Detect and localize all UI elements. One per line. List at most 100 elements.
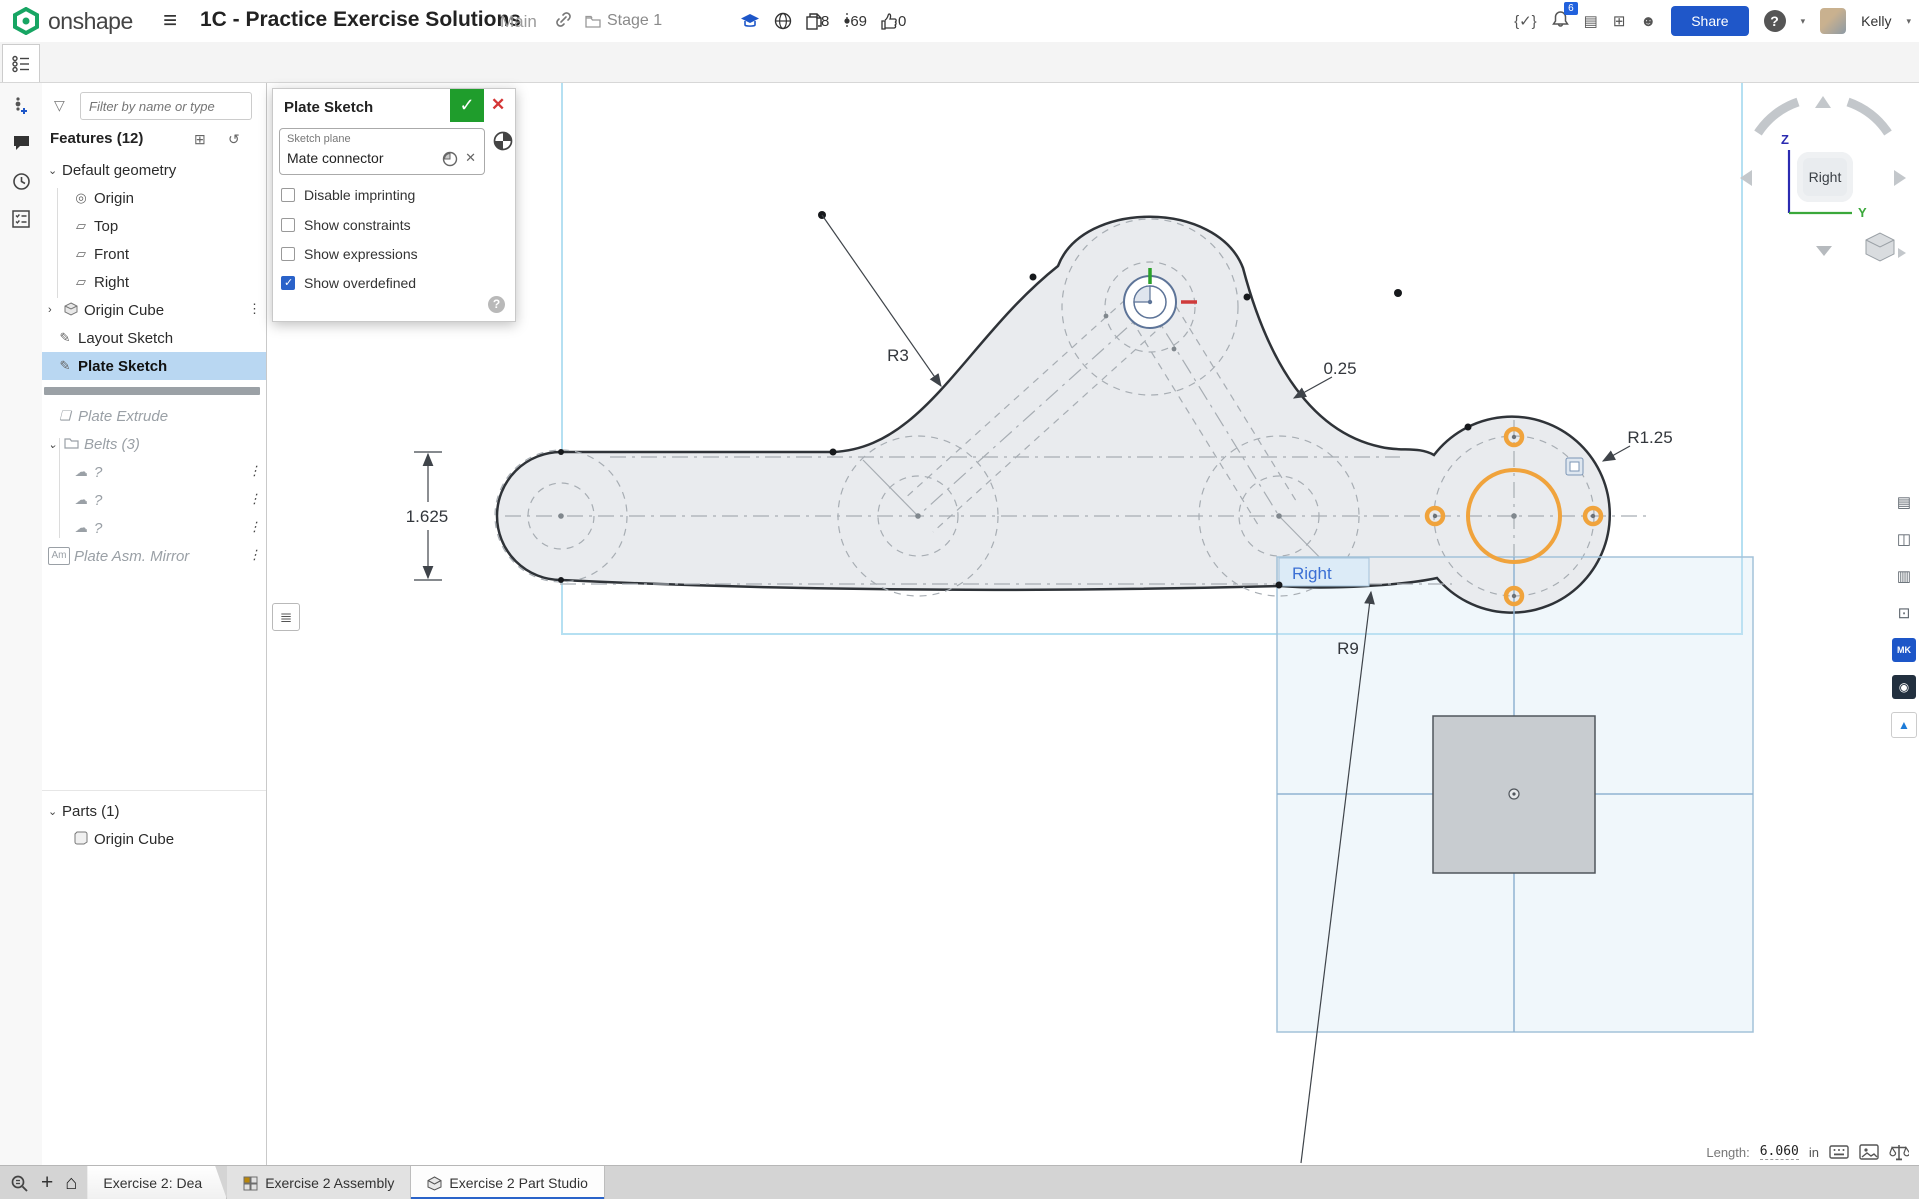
right-plane-label[interactable]: Right xyxy=(1292,564,1332,583)
feature-right-plane[interactable]: ▱Right xyxy=(42,268,266,296)
chevron-down-icon[interactable]: ⌄ xyxy=(48,805,62,818)
frame-icon[interactable]: ◫ xyxy=(1892,527,1916,551)
checkbox-box[interactable] xyxy=(281,188,295,202)
section-view-icon[interactable]: ⊡ xyxy=(1892,601,1916,625)
accept-button[interactable]: ✓ xyxy=(450,89,484,122)
apps-icon[interactable]: ⊞ xyxy=(1613,12,1626,30)
context-menu-icon[interactable]: ⋮ xyxy=(248,463,260,479)
mkcad-app-icon[interactable]: MK xyxy=(1892,638,1916,662)
feature-plate-sketch[interactable]: ✎Plate Sketch xyxy=(42,352,266,380)
snapshot-app-icon[interactable]: ◉ xyxy=(1892,675,1916,699)
feature-list-toggle[interactable] xyxy=(2,44,40,82)
mate-connector-toggle[interactable] xyxy=(493,131,513,156)
checkbox-show-overdefined[interactable]: Show overdefined xyxy=(281,275,416,291)
named-views-icon[interactable]: ▥ xyxy=(1892,564,1916,588)
sheet-metal-icon[interactable]: ▤ xyxy=(1892,490,1916,514)
help-button[interactable]: ? xyxy=(1764,10,1786,32)
tab-exercise-2-assembly[interactable]: Exercise 2 Assembly xyxy=(227,1166,411,1199)
feature-belt-1[interactable]: ☁?⋮ xyxy=(42,458,266,486)
comments-icon[interactable] xyxy=(0,134,42,156)
tab-search-icon[interactable] xyxy=(10,1174,29,1193)
link-icon[interactable] xyxy=(555,11,572,33)
menu-icon[interactable]: ≡ xyxy=(163,4,177,38)
feature-front-plane[interactable]: ▱Front xyxy=(42,240,266,268)
rotate-left-arrow[interactable] xyxy=(1740,170,1752,186)
feature-plate-asm-mirror[interactable]: AmPlate Asm. Mirror⋮ xyxy=(42,542,266,570)
feature-layout-sketch[interactable]: ✎Layout Sketch xyxy=(42,324,266,352)
context-menu-icon[interactable]: ⋮ xyxy=(248,519,260,535)
view-caret-icon[interactable] xyxy=(1816,246,1832,256)
feature-belts-folder[interactable]: ⌄Belts (3) xyxy=(42,430,266,458)
length-value[interactable]: 6.060 xyxy=(1760,1144,1799,1160)
filter-input[interactable] xyxy=(80,92,252,120)
tab-exercise-2-dea[interactable]: Exercise 2: Dea xyxy=(87,1166,227,1199)
view-cube-face[interactable]: Right xyxy=(1797,152,1853,202)
new-folder-icon[interactable]: ⊞ xyxy=(194,131,206,148)
insert-feature-icon[interactable] xyxy=(0,96,42,121)
feature-belt-3[interactable]: ☁?⋮ xyxy=(42,514,266,542)
feature-plate-extrude[interactable]: ❏Plate Extrude xyxy=(42,402,266,430)
notifications-bell[interactable]: 6 xyxy=(1552,10,1569,33)
context-menu-icon[interactable]: ⋮ xyxy=(248,491,260,507)
chevron-down-icon[interactable]: ⌄ xyxy=(48,164,62,177)
checkbox-box[interactable] xyxy=(281,247,295,261)
share-button[interactable]: Share xyxy=(1671,6,1748,36)
feature-default-geometry[interactable]: ⌄Default geometry xyxy=(42,156,266,184)
checkbox-box[interactable] xyxy=(281,276,295,290)
add-tab-button[interactable]: + xyxy=(41,1171,53,1195)
ai-advisor-icon[interactable]: ☻ xyxy=(1640,13,1656,30)
checkbox-show-expressions[interactable]: Show expressions xyxy=(281,246,418,262)
dialog-help-icon[interactable]: ? xyxy=(488,296,505,313)
feature-belt-2[interactable]: ☁?⋮ xyxy=(42,486,266,514)
bom-table-icon[interactable] xyxy=(0,210,42,233)
feature-top-plane[interactable]: ▱Top xyxy=(42,212,266,240)
versions-stat[interactable]: 69 xyxy=(843,12,867,30)
checkbox-box[interactable] xyxy=(281,218,295,232)
rotate-up-arrow[interactable] xyxy=(1815,96,1831,108)
history-icon[interactable] xyxy=(0,172,42,196)
cube-caret-icon[interactable] xyxy=(1898,248,1906,258)
checkbox-show-constraints[interactable]: Show constraints xyxy=(281,217,411,233)
feature-origin[interactable]: ◎Origin xyxy=(42,184,266,212)
likes-stat[interactable]: 0 xyxy=(881,13,906,30)
learning-icon[interactable] xyxy=(740,13,760,29)
rotate-right-arrow[interactable] xyxy=(1894,170,1906,186)
rollback-history-icon[interactable]: ↺ xyxy=(228,131,240,148)
api-icon[interactable]: {✓} xyxy=(1514,12,1537,30)
context-menu-icon[interactable]: ⋮ xyxy=(248,301,260,317)
workspace-name[interactable]: Main xyxy=(500,12,537,32)
origin-cube-face[interactable] xyxy=(1433,716,1595,873)
filter-icon[interactable]: ▽ xyxy=(54,97,65,114)
user-caret-icon[interactable]: ▾ xyxy=(1906,16,1911,27)
scale-icon[interactable] xyxy=(1889,1143,1909,1161)
avatar[interactable] xyxy=(1820,8,1846,34)
sketch-entity-list-button[interactable]: ≣ xyxy=(272,603,300,631)
tasks-icon[interactable]: ▤ xyxy=(1584,12,1598,30)
breadcrumb[interactable]: Stage 1 xyxy=(585,12,662,30)
chevron-right-icon[interactable]: › xyxy=(48,304,62,316)
keypad-icon[interactable] xyxy=(1829,1143,1849,1161)
onshape-logo[interactable]: onshape xyxy=(12,7,133,35)
snapshot-icon[interactable] xyxy=(1859,1143,1879,1161)
cad-app-icon[interactable]: ▲ xyxy=(1891,712,1917,738)
document-title[interactable]: 1C - Practice Exercise Solutions xyxy=(200,8,521,32)
globe-icon[interactable] xyxy=(774,12,792,30)
clear-selection-icon[interactable]: ✕ xyxy=(465,150,476,166)
rollback-bar[interactable] xyxy=(42,380,266,402)
view-cube-icon[interactable] xyxy=(1866,233,1894,261)
cancel-button[interactable]: ✕ xyxy=(491,95,505,115)
help-caret-icon[interactable]: ▾ xyxy=(1801,16,1806,27)
part-origin-cube[interactable]: Origin Cube xyxy=(42,825,266,853)
checkbox-disable-imprinting[interactable]: Disable imprinting xyxy=(281,187,415,203)
feature-origin-cube[interactable]: ›Origin Cube⋮ xyxy=(42,296,266,324)
context-menu-icon[interactable]: ⋮ xyxy=(248,547,260,563)
tab-exercise-2-part-studio[interactable]: Exercise 2 Part Studio xyxy=(411,1166,605,1199)
copies-stat[interactable]: 8 xyxy=(806,13,829,30)
sketch-plane-field[interactable]: Sketch plane Mate connector ✕ xyxy=(279,128,485,175)
home-button[interactable]: ⌂ xyxy=(65,1172,77,1195)
view-cube[interactable]: Right Z Y xyxy=(1728,88,1918,273)
mate-connector-icon[interactable] xyxy=(442,151,458,172)
parts-header-row[interactable]: ⌄Parts (1) xyxy=(42,797,266,825)
user-name[interactable]: Kelly xyxy=(1861,13,1891,29)
face-badge-icon[interactable] xyxy=(1566,458,1583,475)
